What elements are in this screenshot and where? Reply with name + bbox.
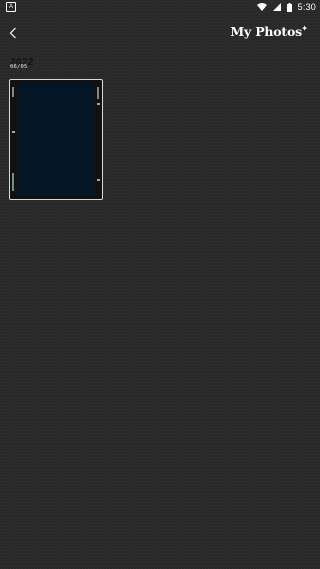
status-left: A (4, 2, 16, 12)
status-right: 5:30 (256, 2, 316, 12)
strip-mark (12, 173, 14, 191)
strip-mark (12, 87, 14, 97)
photo-thumbnail[interactable] (9, 79, 103, 200)
strip-mark (97, 87, 99, 99)
app-header: My Photos ✦ (0, 18, 320, 48)
strip-mark (97, 179, 100, 181)
film-strip-left (10, 83, 17, 196)
signal-icon (272, 3, 281, 11)
photo-image (18, 83, 94, 196)
chevron-left-icon (9, 27, 16, 39)
strip-mark (12, 131, 15, 133)
strip-mark (97, 103, 100, 105)
film-strip-right (95, 83, 102, 196)
back-button[interactable] (2, 20, 24, 46)
notification-a-icon: A (6, 2, 16, 12)
section-date: 06/05 (10, 64, 28, 70)
status-time: 5:30 (297, 2, 316, 12)
page-title: My Photos (230, 24, 302, 39)
sparkle-icon: ✦ (301, 24, 308, 33)
status-bar: A 5:30 (0, 0, 320, 14)
wifi-icon (256, 3, 267, 11)
battery-icon (286, 2, 292, 12)
